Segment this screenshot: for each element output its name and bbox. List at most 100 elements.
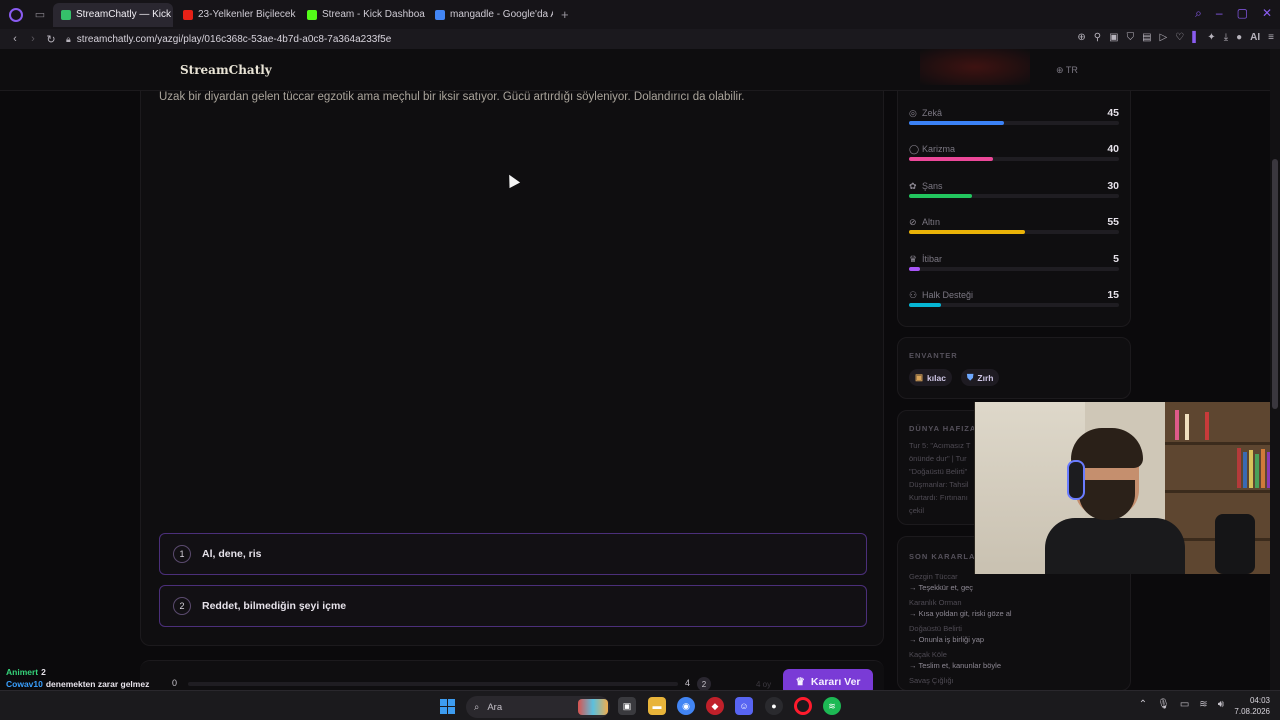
pin-icon[interactable]: ⚲ bbox=[1094, 32, 1101, 43]
forward-icon[interactable]: › bbox=[24, 33, 42, 45]
new-tab-button[interactable]: + bbox=[555, 7, 575, 22]
stat-value: 5 bbox=[1113, 253, 1119, 265]
minimize-icon[interactable]: – bbox=[1216, 6, 1223, 21]
browser-tab-google[interactable]: mangadle - Google'da Ara bbox=[427, 3, 553, 27]
browser-tab-kick-dashboard[interactable]: Stream - Kick Dashboard bbox=[299, 3, 425, 27]
close-icon[interactable]: ✕ bbox=[1262, 6, 1272, 21]
chat-username: Cowav10 bbox=[6, 679, 43, 689]
stat-label: Halk Desteği bbox=[922, 290, 974, 300]
zoom-icon[interactable]: ⊕ bbox=[1077, 32, 1085, 43]
url-field[interactable]: 🔒︎ streamchatly.com/yazgi/play/016c368c-… bbox=[66, 34, 391, 45]
webcam-overlay bbox=[974, 402, 1280, 574]
brand-logo[interactable]: StreamChatly bbox=[180, 63, 272, 77]
inventory-title: ENVANTER bbox=[909, 351, 958, 360]
obs-icon[interactable]: ● bbox=[765, 697, 783, 715]
choice-label: Reddet, bilmediğin şeyi içme bbox=[202, 600, 347, 612]
snapshot-icon[interactable]: ▣ bbox=[1109, 32, 1118, 43]
brain-icon: ◎ bbox=[909, 108, 917, 118]
address-bar-actions: ⊕ ⚲ ▣ ⛉ ▤ ▷ ♡ ▌ ✦ ⤓ ● AI ≡ bbox=[1077, 32, 1274, 43]
ai-button[interactable]: AI bbox=[1250, 32, 1260, 43]
back-icon[interactable]: ‹ bbox=[6, 33, 24, 45]
decision-answer: → Kısa yoldan git, riski göze al bbox=[909, 609, 1012, 618]
taskbar-clock[interactable]: 04:03 7.08.2026 bbox=[1234, 695, 1270, 717]
stat-row: ◯ Karizma 40 bbox=[909, 143, 1119, 168]
language-label: TR bbox=[1065, 65, 1078, 75]
browser-tab-streamchatly[interactable]: StreamChatly — Kick Yayın bbox=[53, 2, 173, 27]
vote-total-label: 4 oy bbox=[756, 680, 772, 689]
world-memory-title: DÜNYA HAFIZAS bbox=[909, 424, 983, 433]
stat-bar-fill bbox=[909, 121, 1004, 125]
decision-answer: → Onunla iş birliği yap bbox=[909, 635, 985, 644]
stat-bar-fill bbox=[909, 267, 920, 271]
bookmark-icon[interactable]: ▤ bbox=[1142, 32, 1151, 43]
taskbar-search[interactable]: ⌕ Ara bbox=[466, 696, 610, 718]
workspace-icon[interactable]: ▭ bbox=[33, 9, 47, 21]
start-button[interactable] bbox=[440, 699, 455, 714]
shield-icon[interactable]: ⛉ bbox=[1127, 32, 1135, 43]
vote-bar: 0 4 2 4 oy ♛ Kararı Ver bbox=[140, 660, 884, 695]
site-header: StreamChatly ⊕ TR bbox=[0, 49, 1280, 91]
sidebar-toggle-icon[interactable]: ▌ bbox=[1192, 32, 1199, 43]
reload-icon[interactable]: ↻ bbox=[42, 33, 60, 46]
page-scrollbar[interactable] bbox=[1270, 49, 1280, 690]
window-controls: ⌕ – ▢ ✕ bbox=[1195, 6, 1272, 21]
browser-tab-bar: ▭ StreamChatly — Kick Yayın 23-Yelkenler… bbox=[0, 0, 1280, 29]
stat-row: ⚇ Halk Desteği 15 bbox=[909, 289, 1119, 314]
wifi-icon[interactable]: ≋ bbox=[1199, 699, 1207, 710]
play-icon[interactable]: ▷ bbox=[1160, 32, 1168, 43]
choice-label: Al, dene, ris bbox=[202, 548, 262, 560]
file-explorer-icon[interactable]: ▬ bbox=[648, 697, 666, 715]
favicon-icon bbox=[307, 9, 317, 20]
vote-count-left: 0 bbox=[172, 678, 178, 688]
decision-answer: → Teşekkür et, geç bbox=[909, 583, 974, 592]
task-view-icon[interactable]: ▣ bbox=[618, 697, 636, 715]
chrome-icon[interactable]: ◉ bbox=[677, 697, 695, 715]
stat-bar-fill bbox=[909, 303, 941, 307]
inventory-item-label: kılac bbox=[927, 372, 946, 383]
stat-bar-track bbox=[909, 121, 1119, 125]
header-glow bbox=[920, 49, 1030, 85]
webcam-book bbox=[1175, 410, 1179, 440]
stat-bar-track bbox=[909, 194, 1119, 198]
search-highlight-image bbox=[578, 699, 608, 715]
stat-bar-track bbox=[909, 230, 1119, 234]
display-icon[interactable]: ▭ bbox=[1180, 699, 1189, 710]
scroll-thumb[interactable] bbox=[1272, 159, 1278, 409]
tab-title: Stream - Kick Dashboard bbox=[322, 9, 425, 20]
chat-icon: ◯ bbox=[909, 144, 920, 154]
maximize-icon[interactable]: ▢ bbox=[1237, 6, 1248, 21]
download-icon[interactable]: ⤓ bbox=[1224, 32, 1228, 43]
opera-gx-icon[interactable] bbox=[794, 697, 812, 715]
browser-tab-youtube[interactable]: 23-Yelkenler Biçilecek [108 bbox=[175, 3, 297, 27]
stat-value: 55 bbox=[1107, 216, 1119, 228]
tab-title: mangadle - Google'da Ara bbox=[450, 9, 553, 20]
spotify-icon[interactable]: ≋ bbox=[823, 697, 841, 715]
lock-icon: 🔒︎ bbox=[66, 33, 71, 44]
search-tabs-icon[interactable]: ⌕ bbox=[1195, 6, 1202, 21]
inventory-item-kilac[interactable]: ▣ kılac bbox=[909, 369, 952, 386]
tray-chevron-icon[interactable]: ⌃ bbox=[1139, 699, 1147, 710]
recent-decisions-title: SON KARARLAR bbox=[909, 552, 982, 561]
search-placeholder: Ara bbox=[487, 701, 503, 713]
vote-progress-track bbox=[188, 682, 678, 686]
language-selector[interactable]: ⊕ TR bbox=[1056, 65, 1078, 76]
extensions-icon[interactable]: ✦ bbox=[1207, 32, 1215, 43]
volume-icon[interactable]: 🔊︎ bbox=[1218, 699, 1224, 710]
chat-username: Animert bbox=[6, 667, 39, 677]
discord-icon[interactable]: ☺ bbox=[735, 697, 753, 715]
app-icon[interactable]: ◆ bbox=[706, 697, 724, 715]
menu-icon[interactable]: ≡ bbox=[1268, 32, 1274, 43]
decision-question: Karanlık Orman bbox=[909, 598, 962, 607]
vote-badge: 2 bbox=[697, 677, 711, 691]
stat-value: 30 bbox=[1107, 180, 1119, 192]
inventory-item-zirh[interactable]: ⛊ Zırh bbox=[961, 369, 1000, 386]
heart-icon[interactable]: ♡ bbox=[1175, 32, 1184, 43]
opera-logo-icon[interactable] bbox=[9, 7, 23, 22]
crown-icon: ♛ bbox=[795, 676, 805, 688]
microphone-icon[interactable]: 🎙︎ bbox=[1157, 699, 1170, 710]
profile-icon[interactable]: ● bbox=[1236, 32, 1242, 43]
favicon-icon bbox=[435, 9, 445, 20]
stat-bar-track bbox=[909, 267, 1119, 271]
choice-option-1[interactable]: 1 Al, dene, ris bbox=[159, 533, 867, 575]
choice-option-2[interactable]: 2 Reddet, bilmediğin şeyi içme bbox=[159, 585, 867, 627]
